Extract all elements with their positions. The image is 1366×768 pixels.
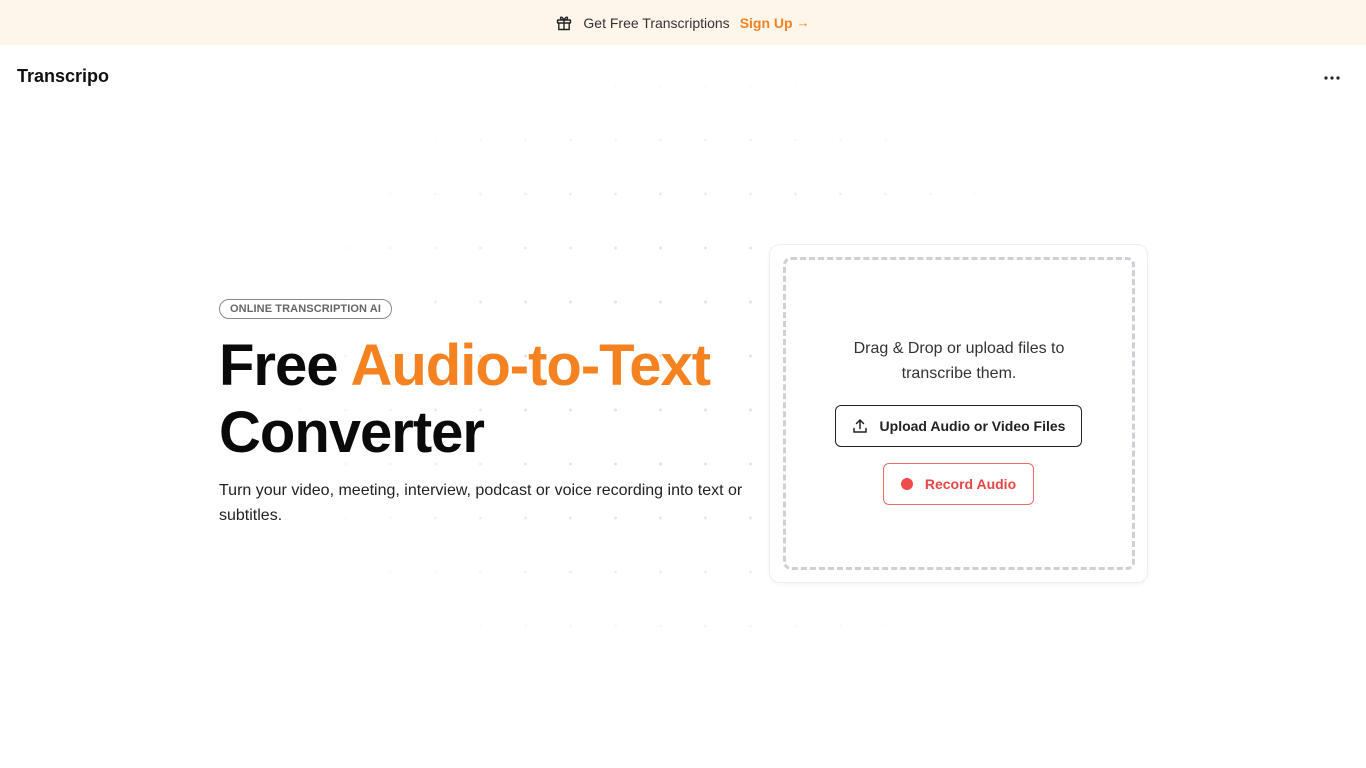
arrow-right-icon: → (796, 15, 810, 30)
sign-up-label: Sign Up (739, 14, 793, 31)
upload-files-button[interactable]: Upload Audio or Video Files (835, 405, 1082, 447)
gift-icon (556, 15, 572, 31)
page-title: Free Audio-to-Text Converter (219, 332, 759, 466)
sign-up-link[interactable]: Sign Up → (740, 15, 810, 31)
category-badge: ONLINE TRANSCRIPTION AI (219, 299, 393, 319)
more-horizontal-icon[interactable] (1322, 68, 1342, 88)
logo[interactable]: Transcripo (17, 66, 109, 87)
upload-icon (852, 418, 868, 434)
title-accent: Audio-to-Text (350, 333, 711, 398)
promo-banner: Get Free Transcriptions Sign Up → (0, 0, 1366, 45)
banner-text: Get Free Transcriptions (583, 14, 730, 31)
drop-instructions: Drag & Drop or upload files to transcrib… (853, 340, 1065, 382)
drop-zone[interactable]: Drag & Drop or upload files to transcrib… (783, 257, 1135, 570)
record-dot-icon (900, 478, 913, 490)
record-button-label: Record Audio (924, 476, 1017, 492)
upload-card: Drag & Drop or upload files to transcrib… (770, 245, 1147, 582)
title-line2: Converter (219, 400, 485, 465)
record-audio-button[interactable]: Record Audio (883, 463, 1034, 505)
title-plain: Free (219, 333, 351, 398)
hero-subtitle: Turn your video, meeting, interview, pod… (219, 482, 743, 524)
upload-button-label: Upload Audio or Video Files (879, 418, 1066, 434)
